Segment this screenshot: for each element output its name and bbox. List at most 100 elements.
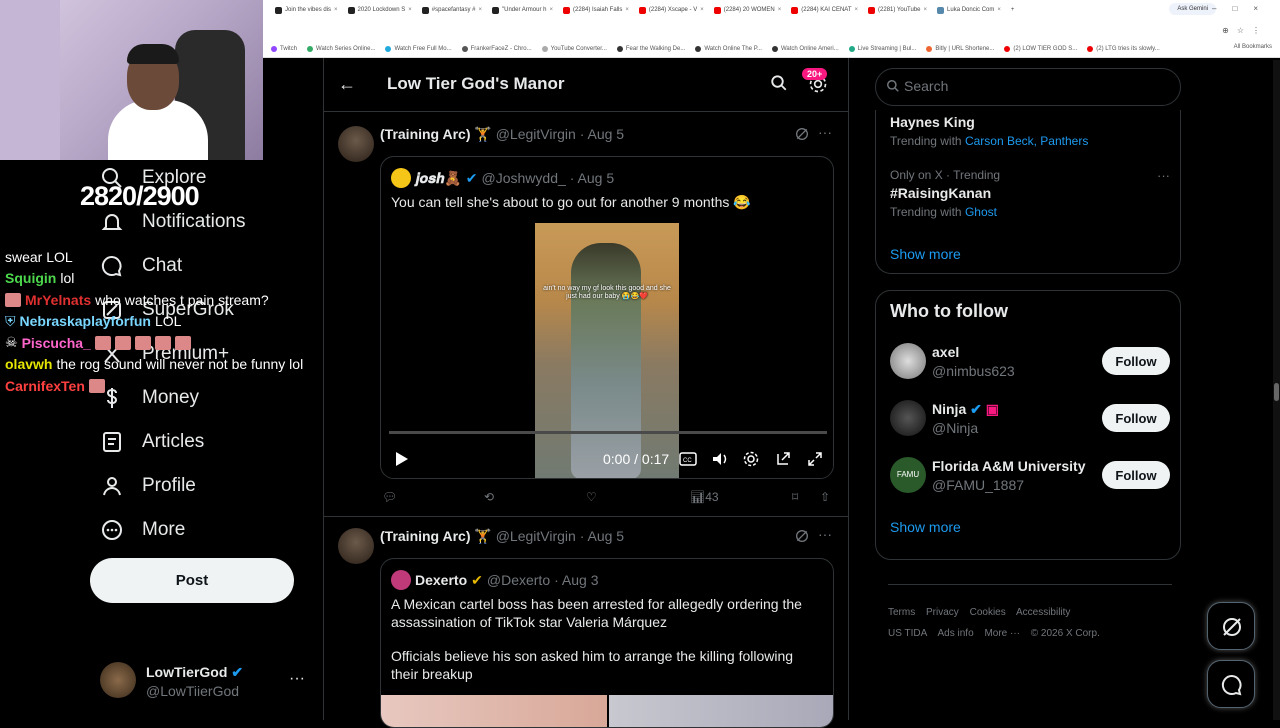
bookmark[interactable]: FrankerFaceZ - Chro... xyxy=(461,42,532,56)
quoted-post[interactable]: 𝒋𝒐𝒔𝒉🧸 ✔ @Joshwydd_ · Aug 5 You can tell she… xyxy=(380,156,834,479)
show-more-link[interactable]: Show more xyxy=(890,246,961,262)
video-progress-bar[interactable] xyxy=(389,431,827,434)
bookmark[interactable]: (2) LOW TIER GOD S... xyxy=(1004,42,1077,56)
browser-tab[interactable]: "Under Armour h × xyxy=(488,0,557,20)
trend-item[interactable]: Only on X · Trending #RaisingKanan Trend… xyxy=(890,168,1170,219)
fullscreen-icon[interactable] xyxy=(807,451,823,467)
bookmark-icon[interactable]: ⌑ xyxy=(792,490,798,504)
scrollbar[interactable] xyxy=(1273,60,1280,720)
video-player[interactable]: ain't no way my gf look this good and sh… xyxy=(381,223,833,478)
bookmark[interactable]: Twitch xyxy=(271,42,297,56)
follow-suggestion[interactable]: FAMU Florida A&M University @FAMU_1887 F… xyxy=(890,457,1170,501)
more-icon[interactable]: ··· xyxy=(289,670,305,688)
browser-tab[interactable]: Luka Doncic Com × xyxy=(933,0,1005,20)
close-icon[interactable]: × xyxy=(408,7,412,13)
post[interactable]: (Training Arc) 🏋️ @LegitVirgin · Aug 5 ·… xyxy=(324,526,848,728)
grok-icon[interactable] xyxy=(794,528,810,544)
post[interactable]: (Training Arc) 🏋️ @LegitVirgin · Aug 5 ·… xyxy=(324,124,848,516)
footer-link[interactable]: US TIDA xyxy=(888,628,927,639)
grok-icon[interactable] xyxy=(794,126,810,142)
bookmark[interactable]: Watch Online Ameri... xyxy=(771,42,839,56)
avatar[interactable] xyxy=(338,528,374,564)
pip-icon[interactable] xyxy=(775,451,791,467)
show-more-link[interactable]: Show more xyxy=(890,519,961,535)
trend-link[interactable]: Ghost xyxy=(965,205,997,219)
bookmark[interactable]: Live Streaming | Bul... xyxy=(848,42,916,56)
follow-suggestion[interactable]: Ninja ✔ ▣ @Ninja Follow xyxy=(890,400,1170,444)
footer-link[interactable]: More ··· xyxy=(984,628,1020,639)
close-icon[interactable]: × xyxy=(549,7,553,13)
quoted-post[interactable]: Dexerto ✔ @Dexerto · Aug 3 A Mexican cartel… xyxy=(380,558,834,728)
toolbar-icons[interactable]: ⊕☆⋮ xyxy=(1222,26,1268,35)
reply-icon[interactable]: 💬︎ xyxy=(382,490,397,504)
footer-link[interactable]: Accessibility xyxy=(1016,607,1070,618)
browser-tab[interactable]: 2020 Lockdown S × xyxy=(344,0,416,20)
close-icon[interactable]: × xyxy=(478,7,482,13)
follow-button[interactable]: Follow xyxy=(1102,461,1170,489)
more-icon[interactable]: ··· xyxy=(818,124,832,140)
close-icon[interactable]: × xyxy=(997,7,1001,13)
bookmark[interactable]: Fear the Walking De... xyxy=(616,42,685,56)
more-icon[interactable]: ··· xyxy=(818,526,832,542)
bookmark[interactable]: YouTube Converter... xyxy=(541,42,607,56)
close-icon[interactable]: × xyxy=(924,7,928,13)
trend-item[interactable]: Haynes King Trending with Carson Beck, P… xyxy=(890,114,1088,148)
footer-link[interactable]: Ads info xyxy=(938,628,974,639)
browser-tab[interactable]: (2284) KAI CENAT × xyxy=(787,0,862,20)
quote-image[interactable] xyxy=(381,695,607,727)
nav-more[interactable]: More xyxy=(100,515,185,545)
play-icon[interactable] xyxy=(393,451,409,467)
like-icon[interactable]: ♡ xyxy=(586,490,597,504)
close-icon[interactable]: × xyxy=(625,7,629,13)
avatar[interactable] xyxy=(338,126,374,162)
browser-tab[interactable]: (2284) Xscape - V × xyxy=(635,0,708,20)
repost-icon[interactable]: ⟲ xyxy=(484,490,494,504)
follow-suggestion[interactable]: axel @nimbus623 Follow xyxy=(890,343,1170,387)
close-icon[interactable]: × xyxy=(778,7,782,13)
browser-tab[interactable]: Join the vibes dis × xyxy=(271,0,342,20)
new-tab-button[interactable]: + xyxy=(1007,0,1019,20)
bookmark[interactable]: Watch Online The P... xyxy=(695,42,762,56)
window-controls[interactable]: –□× xyxy=(1212,4,1274,13)
browser-tab[interactable]: #spacefantasy # × xyxy=(418,0,486,20)
footer-link[interactable]: Cookies xyxy=(970,607,1006,618)
close-icon[interactable]: × xyxy=(334,7,338,13)
follow-button[interactable]: Follow xyxy=(1102,347,1170,375)
bookmark[interactable]: (2) LTG tries its slowly... xyxy=(1087,42,1160,56)
grok-fab[interactable] xyxy=(1207,602,1255,650)
verified-icon: ✔ xyxy=(970,401,982,417)
all-bookmarks[interactable]: All Bookmarks xyxy=(1234,44,1272,50)
footer-link[interactable]: Privacy xyxy=(926,607,959,618)
volume-icon[interactable] xyxy=(711,451,729,467)
trend-link[interactable]: Carson Beck, Panthers xyxy=(965,134,1088,148)
post-header: (Training Arc) 🏋️ @LegitVirgin · Aug 5 xyxy=(380,528,625,544)
search-box[interactable] xyxy=(875,68,1181,106)
follow-button[interactable]: Follow xyxy=(1102,404,1170,432)
nav-profile[interactable]: Profile xyxy=(100,471,196,501)
ask-gemini-button[interactable]: Ask Gemini xyxy=(1169,3,1216,15)
account-switcher[interactable]: LowTierGod ✔ @LowTiierGod ··· xyxy=(100,662,315,702)
footer-link[interactable]: Terms xyxy=(888,607,915,618)
quote-image[interactable] xyxy=(609,695,833,727)
views-icon[interactable]: 📊︎ 43 xyxy=(690,490,719,504)
post-button[interactable]: Post xyxy=(90,558,294,603)
share-icon[interactable]: ⇧ xyxy=(820,490,830,504)
who-to-follow-panel: Who to follow axel @nimbus623 Follow Nin… xyxy=(875,290,1181,560)
bookmark[interactable]: Bitly | URL Shortene... xyxy=(926,42,994,56)
more-icon[interactable]: ··· xyxy=(1157,168,1170,183)
close-icon[interactable]: × xyxy=(855,7,859,13)
back-arrow-icon[interactable]: ← xyxy=(338,74,356,95)
scrollbar-thumb[interactable] xyxy=(1274,383,1279,401)
close-icon[interactable]: × xyxy=(700,7,704,13)
bookmark[interactable]: Watch Free Full Mo... xyxy=(385,42,452,56)
browser-tab[interactable]: (2281) YouTube × xyxy=(864,0,931,20)
settings-icon[interactable] xyxy=(743,451,759,467)
nav-articles[interactable]: Articles xyxy=(100,427,204,457)
search-input[interactable] xyxy=(904,78,1164,94)
search-icon[interactable] xyxy=(770,74,788,92)
messages-fab[interactable] xyxy=(1207,660,1255,708)
captions-icon[interactable]: CC xyxy=(679,451,697,467)
browser-tab[interactable]: (2284) Isaiah Falls × xyxy=(559,0,633,20)
bookmark[interactable]: Watch Series Online... xyxy=(307,42,375,56)
browser-tab[interactable]: (2284) 20 WOMEN × xyxy=(710,0,786,20)
